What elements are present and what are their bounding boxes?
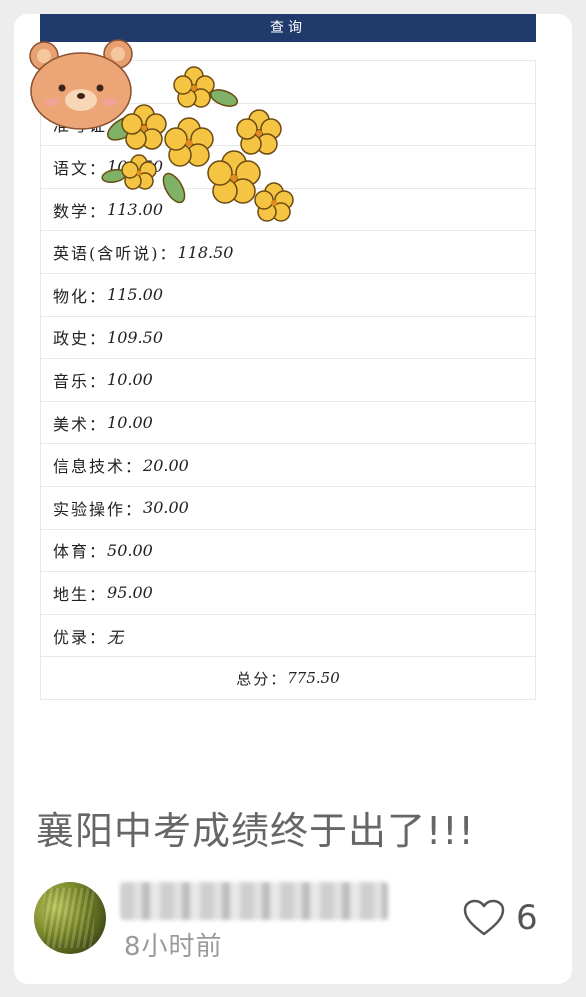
table-row: 音乐： 10.00 <box>41 358 535 401</box>
row-label: 地生： <box>53 584 108 604</box>
row-value: 30.00 <box>143 498 189 518</box>
row-label: 实验操作： <box>53 499 144 519</box>
post-photo[interactable]: 查询 报 准考证 语文：104.50 数学：113.00 英语(含听说)：118… <box>14 14 572 784</box>
table-row: 体育： 50.00 <box>41 528 535 572</box>
row-label: 信息技术： <box>53 457 144 477</box>
row-value: 50.00 <box>107 540 153 560</box>
heart-outline-icon[interactable] <box>462 898 506 938</box>
table-row: 实验操作： 30.00 <box>41 485 535 529</box>
row-value: 115.00 <box>107 285 163 305</box>
post-card[interactable]: 查询 报 准考证 语文：104.50 数学：113.00 英语(含听说)：118… <box>14 14 572 984</box>
row-label: 音乐： <box>53 371 108 391</box>
table-row: 物化： 115.00 <box>41 272 535 316</box>
total-label: 总分： <box>236 669 288 688</box>
row-value: 20.00 <box>143 455 189 475</box>
row-label: 英语(含听说)： <box>53 244 178 264</box>
username-blurred[interactable] <box>120 882 388 920</box>
row-value: 118.50 <box>177 242 234 262</box>
row-label: 优录： <box>53 627 108 647</box>
table-row: 地生： 95.00 <box>41 571 535 614</box>
osmanthus-flower-sticker-icon <box>101 66 294 222</box>
table-row: 优录：无 <box>41 613 535 657</box>
post-time: 8小时前 <box>124 932 223 962</box>
row-value: 10.00 <box>107 370 153 390</box>
row-label: 体育： <box>53 542 108 562</box>
row-label: 美术： <box>53 414 108 434</box>
row-label: 物化： <box>53 286 108 306</box>
user-avatar[interactable] <box>34 882 106 954</box>
total-value: 775.50 <box>287 669 340 688</box>
row-value: 无 <box>107 627 124 647</box>
table-row: 政史： 109.50 <box>41 315 535 359</box>
row-value: 109.50 <box>107 327 163 347</box>
row-value: 95.00 <box>107 583 153 603</box>
table-row: 信息技术： 20.00 <box>41 443 535 486</box>
post-title[interactable]: 襄阳中考成绩终于出了!!! <box>36 800 556 855</box>
total-row: 总分： 775.50 <box>41 656 535 699</box>
like-count: 6 <box>516 898 538 938</box>
table-row: 美术： 10.00 <box>41 400 535 444</box>
row-value: 10.00 <box>107 413 153 433</box>
row-label: 政史： <box>53 329 108 349</box>
